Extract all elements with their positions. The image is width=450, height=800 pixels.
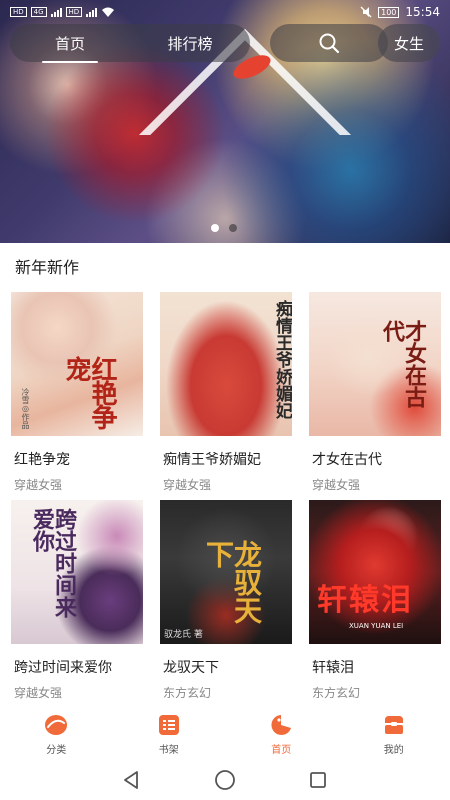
section-title: 新年新作 [15,258,80,277]
signal-icon-2 [86,7,98,17]
top-nav: 首页 排行榜 女生 [10,24,440,63]
back-icon[interactable] [122,770,142,790]
hd-badge: HD [10,7,27,17]
cover-title: 龙驭天下 [202,540,263,624]
tab-category-label: 分类 [46,745,67,756]
book-cover[interactable]: 红艳争宠 冷雪◎作品 [11,292,143,436]
app-screen: HD 4G HD 100 15:54 首页 排行榜 女生 新年新作 红艳争宠 冷… [0,0,450,800]
book-cover[interactable]: 龙驭天下 驭龙氏 著 [160,500,292,644]
book-title: 龙驭天下 [163,660,219,676]
book-card[interactable]: 痴情王爷娇媚妃 痴情王爷娇媚妃 穿越女强 [160,292,292,493]
book-card[interactable]: 轩辕泪 XUAN YUAN LEI 轩辕泪 东方玄幻 [309,500,441,701]
book-card[interactable]: 龙驭天下 驭龙氏 著 龙驭天下 东方玄幻 [160,500,292,701]
book-category: 穿越女强 [312,478,361,492]
book-category: 东方玄幻 [163,686,212,700]
category-icon [43,714,69,736]
book-category: 穿越女强 [163,478,212,492]
tab-home[interactable]: 首页 [10,33,130,63]
tab-bookshelf-label: 书架 [158,745,179,756]
cover-author: 冷雪◎作品 [21,388,30,429]
book-category: 穿越女强 [14,686,63,700]
book-card[interactable]: 跨过时间来爱你 跨过时间来爱你 穿越女强 [11,500,143,701]
battery-icon: 100 [378,6,400,18]
cover-title: 跨过时间来爱你 [29,508,77,618]
book-category: 东方玄幻 [312,686,361,700]
book-title: 才女在古代 [312,452,382,468]
cover-title: 红艳争宠 [61,356,117,428]
wifi-icon [102,7,115,17]
signal-icon [50,7,62,17]
tab-category[interactable]: 分类 [0,706,113,760]
tab-profile-label: 我的 [383,745,404,756]
book-cover[interactable]: 痴情王爷娇媚妃 [160,292,292,436]
profile-icon [381,714,407,736]
book-cover[interactable]: 轩辕泪 XUAN YUAN LEI [309,500,441,644]
book-card[interactable]: 才女在古代 才女在古代 穿越女强 [309,292,441,493]
cover-title: 痴情王爷娇媚妃 [272,300,292,419]
book-title: 痴情王爷娇媚妃 [163,452,261,468]
home-circle-icon[interactable] [214,769,236,791]
bookshelf-icon [156,714,182,736]
cover-title: 才女在古代 [379,320,427,408]
tab-profile[interactable]: 我的 [338,706,450,760]
book-cover[interactable]: 跨过时间来爱你 [11,500,143,644]
book-card[interactable]: 红艳争宠 冷雪◎作品 红艳争宠 穿越女强 [11,292,143,493]
book-category: 穿越女强 [14,478,63,492]
status-time: 15:54 [405,5,440,19]
book-title: 跨过时间来爱你 [14,660,112,676]
gender-switch-button[interactable]: 女生 [378,24,440,62]
top-tabs: 首页 排行榜 [10,24,250,63]
search-icon [319,33,340,54]
network-badge: 4G [30,7,47,17]
cover-author: 驭龙氏 著 [164,630,203,640]
book-title: 轩辕泪 [312,660,354,676]
status-bar: HD 4G HD 100 15:54 [0,0,450,24]
cover-title: 轩辕泪 [317,583,413,618]
carousel-indicator [211,224,237,232]
system-nav-bar [0,760,450,800]
tab-home-bottom[interactable]: 首页 [225,706,338,760]
book-cover[interactable]: 才女在古代 [309,292,441,436]
bottom-tab-bar: 分类 书架 首页 我的 [0,706,450,760]
tab-bookshelf[interactable]: 书架 [113,706,226,760]
book-title: 红艳争宠 [14,452,70,468]
tab-home-label: 首页 [271,745,292,756]
carousel-dot[interactable] [229,224,237,232]
recents-icon[interactable] [308,770,328,790]
carousel-dot-active[interactable] [211,224,219,232]
search-button[interactable] [270,24,388,62]
hd-badge-2: HD [65,7,83,17]
cover-subtitle: XUAN YUAN LEI [349,622,404,630]
home-icon [268,714,294,736]
tab-ranking[interactable]: 排行榜 [130,33,250,54]
mute-icon [360,6,372,18]
